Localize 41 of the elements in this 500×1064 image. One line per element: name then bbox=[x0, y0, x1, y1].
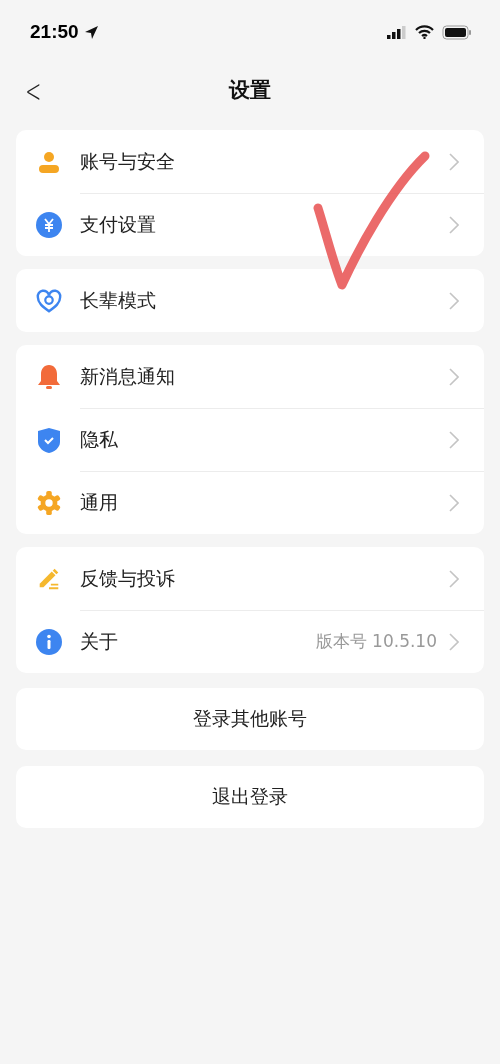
row-label: 隐私 bbox=[80, 426, 119, 452]
battery-icon bbox=[442, 24, 472, 40]
back-button[interactable]: < bbox=[21, 72, 46, 110]
settings-row[interactable]: 反馈与投诉 bbox=[16, 547, 484, 610]
settings-row[interactable]: 长辈模式 bbox=[16, 269, 484, 332]
row-label: 长辈模式 bbox=[80, 287, 157, 313]
signal-icon bbox=[387, 25, 407, 39]
chevron-right-icon bbox=[449, 430, 459, 449]
location-arrow-icon bbox=[83, 24, 99, 40]
page-title: 设置 bbox=[229, 77, 271, 104]
bell-icon bbox=[36, 362, 62, 391]
person-icon bbox=[37, 149, 61, 174]
chevron-right-icon bbox=[449, 632, 459, 651]
shield-icon bbox=[36, 425, 62, 454]
gear-icon bbox=[36, 488, 62, 517]
settings-row[interactable]: 关于 版本号 10.5.10 bbox=[16, 610, 484, 673]
settings-row[interactable]: 账号与安全 bbox=[16, 130, 484, 193]
settings-row[interactable]: 支付设置 bbox=[16, 193, 484, 256]
chevron-right-icon bbox=[449, 367, 459, 386]
chevron-right-icon bbox=[449, 215, 459, 234]
settings-row[interactable]: 新消息通知 bbox=[16, 345, 484, 408]
row-label: 反馈与投诉 bbox=[80, 565, 176, 591]
heart-icon bbox=[36, 287, 62, 314]
settings-row[interactable]: 隐私 bbox=[16, 408, 484, 471]
row-label: 通用 bbox=[80, 489, 119, 515]
action-button[interactable]: 退出登录 bbox=[16, 766, 484, 828]
chevron-right-icon bbox=[449, 569, 459, 588]
action-button[interactable]: 登录其他账号 bbox=[16, 688, 484, 750]
row-label: 关于 bbox=[80, 628, 119, 654]
chevron-right-icon bbox=[449, 152, 459, 171]
row-label: 账号与安全 bbox=[80, 148, 176, 174]
settings-row[interactable]: 通用 bbox=[16, 471, 484, 534]
yen-coin-icon bbox=[36, 211, 62, 238]
version-text: 版本号 10.5.10 bbox=[315, 630, 437, 653]
info-icon bbox=[36, 628, 62, 655]
wifi-icon bbox=[415, 25, 434, 39]
row-label: 支付设置 bbox=[80, 211, 157, 237]
chevron-right-icon bbox=[449, 291, 459, 310]
status-time: 21:50 bbox=[30, 21, 79, 43]
row-label: 新消息通知 bbox=[80, 363, 176, 389]
chevron-right-icon bbox=[449, 493, 459, 512]
